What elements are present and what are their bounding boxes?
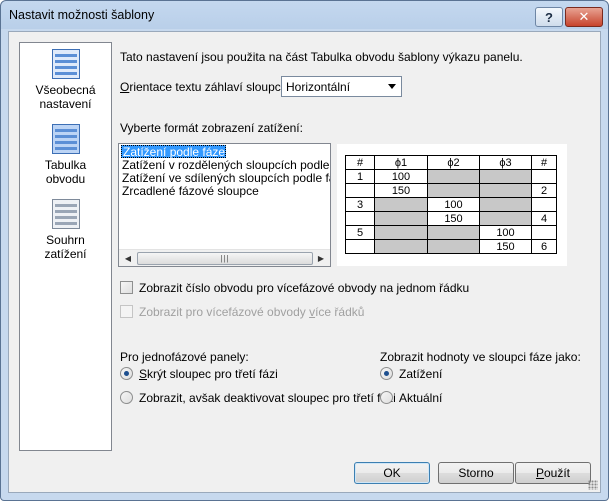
preview-cell — [531, 225, 557, 240]
preview-cell: 5 — [345, 225, 375, 240]
circuit-table-icon — [51, 124, 80, 154]
cancel-button[interactable]: Storno — [438, 462, 514, 484]
dialog-window: Nastavit možnosti šablony ? ✕ Všeobecná n… — [0, 0, 609, 501]
preview-cell — [427, 183, 480, 198]
preview-cell: 2 — [531, 183, 557, 198]
preview-cell: 150 — [427, 211, 480, 226]
show-disabled-third-phase-label: Zobrazit, avšak deaktivovat sloupec pro … — [139, 391, 396, 405]
values-load-label: Zatížení — [399, 367, 443, 381]
preview-cell: 100 — [479, 225, 532, 240]
show-multirow-label: Zobrazit pro vícefázové obvody více řádk… — [139, 305, 365, 319]
horizontal-scrollbar[interactable]: ◀ ||| ▶ — [119, 249, 330, 266]
ok-button[interactable]: OK — [354, 462, 430, 484]
load-format-listbox[interactable]: Zatížení podle fáze Zatížení v rozdělený… — [118, 143, 331, 267]
show-circuit-one-row-label: Zobrazit číslo obvodu pro vícefázové obv… — [139, 281, 470, 295]
hide-third-phase-label: Skrýt sloupec pro třetí fázi — [139, 367, 278, 381]
preview-cell — [479, 169, 532, 184]
preview-cell — [479, 211, 532, 226]
nav-item-general-settings[interactable]: Všeobecná nastavení — [20, 49, 111, 111]
preview-cell: 150 — [374, 183, 428, 198]
preview-cell — [374, 225, 428, 240]
show-multirow-checkbox[interactable] — [120, 305, 133, 318]
nav-item-load-summary[interactable]: Souhrn zatížení — [20, 199, 111, 261]
preview-header: ϕ2 — [427, 155, 480, 170]
preview-cell — [374, 239, 428, 254]
preview-table: # ϕ1 ϕ2 ϕ3 # 1 100 150 2 3 100 150 4 5 1… — [345, 155, 557, 254]
preview-cell: 6 — [531, 239, 557, 254]
preview-cell — [345, 183, 375, 198]
table-row: 3 100 — [345, 197, 557, 212]
show-circuit-one-row-checkbox[interactable] — [120, 281, 133, 294]
show-values-label: Zobrazit hodnoty ve sloupci fáze jako: — [380, 350, 581, 364]
preview-header: ϕ3 — [479, 155, 532, 170]
values-current-radio[interactable] — [380, 391, 393, 404]
preview-cell — [345, 211, 375, 226]
nav-label-load-summary: Souhrn zatížení — [44, 233, 87, 261]
table-row: 5 100 — [345, 225, 557, 240]
dialog-client-area: Všeobecná nastavení Tabulka obvodu Souhrn z… — [8, 31, 601, 493]
list-item[interactable]: Zatížení podle fáze — [121, 145, 227, 159]
preview-header: ϕ1 — [374, 155, 428, 170]
nav-item-circuit-table[interactable]: Tabulka obvodu — [20, 124, 111, 186]
preview-cell — [427, 239, 480, 254]
values-current-label: Aktuální — [399, 391, 443, 405]
table-row: # ϕ1 ϕ2 ϕ3 # — [345, 155, 557, 170]
orientation-value: Horizontální — [286, 80, 351, 94]
table-row: 150 6 — [345, 239, 557, 254]
hide-third-phase-radio[interactable] — [120, 367, 133, 380]
preview-cell: 150 — [479, 239, 532, 254]
preview-header: # — [345, 155, 375, 170]
preview-cell: 3 — [345, 197, 375, 212]
preview-cell — [427, 169, 480, 184]
table-row: 150 2 — [345, 183, 557, 198]
preview-cell — [479, 183, 532, 198]
single-phase-label: Pro jednofázové panely: — [120, 350, 249, 364]
help-button[interactable]: ? — [535, 7, 563, 27]
preview-cell — [531, 169, 557, 184]
orientation-label: Orientace textu záhlaví sloupce: — [120, 80, 291, 94]
format-preview: # ϕ1 ϕ2 ϕ3 # 1 100 150 2 3 100 150 4 5 1… — [337, 144, 567, 266]
category-nav-pane: Všeobecná nastavení Tabulka obvodu Souhrn z… — [19, 42, 112, 451]
chevron-down-icon — [388, 84, 396, 89]
window-title: Nastavit možnosti šablony — [9, 8, 155, 22]
values-load-radio[interactable] — [380, 367, 393, 380]
preview-header: # — [531, 155, 557, 170]
preview-cell — [479, 197, 532, 212]
load-summary-icon — [51, 199, 80, 229]
scroll-right-icon[interactable]: ▶ — [313, 251, 329, 266]
preview-cell: 100 — [427, 197, 480, 212]
preview-cell: 1 — [345, 169, 375, 184]
preview-cell — [531, 197, 557, 212]
table-row: 150 4 — [345, 211, 557, 226]
apply-button[interactable]: Použít — [515, 462, 591, 484]
close-button[interactable]: ✕ — [565, 7, 603, 27]
list-item[interactable]: Zrcadlené fázové sloupce — [121, 185, 259, 198]
load-format-label: Vyberte formát zobrazení zatížení: — [120, 121, 303, 135]
nav-label-general: Všeobecná nastavení — [35, 83, 96, 111]
title-bar: Nastavit možnosti šablony ? ✕ — [1, 1, 608, 31]
close-icon: ✕ — [578, 9, 590, 24]
preview-cell: 4 — [531, 211, 557, 226]
show-disabled-third-phase-radio[interactable] — [120, 391, 133, 404]
preview-cell — [374, 197, 428, 212]
help-icon: ? — [545, 9, 553, 25]
intro-text: Tato nastavení jsou použita na část Tabu… — [120, 50, 523, 64]
preview-cell — [345, 239, 375, 254]
resize-grip-icon[interactable] — [588, 480, 598, 490]
nav-label-circuit-table: Tabulka obvodu — [44, 158, 87, 186]
general-settings-icon — [51, 49, 80, 79]
preview-cell: 100 — [374, 169, 428, 184]
scrollbar-thumb[interactable]: ||| — [137, 252, 313, 265]
scroll-left-icon[interactable]: ◀ — [120, 251, 136, 266]
orientation-select[interactable]: Horizontální — [281, 76, 402, 97]
preview-cell — [427, 225, 480, 240]
table-row: 1 100 — [345, 169, 557, 184]
preview-cell — [374, 211, 428, 226]
